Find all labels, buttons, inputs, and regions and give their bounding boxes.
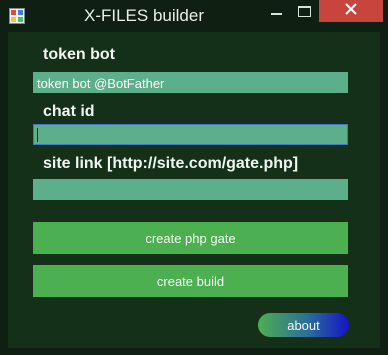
about-button[interactable]: about [258,313,349,337]
token-bot-label: token bot [43,46,115,63]
minimize-button[interactable] [262,0,290,22]
site-link-input[interactable] [33,179,348,200]
create-php-gate-button[interactable]: create php gate [33,222,348,254]
app-window-icon [9,8,25,24]
minimize-icon [270,13,282,15]
window-title: X-FILES builder [84,6,204,25]
chat-id-label: chat id [43,103,95,120]
site-link-label: site link [http://site.com/gate.php] [43,155,299,172]
token-bot-input[interactable] [33,72,348,93]
title-bar[interactable]: X-FILES builder [0,0,388,32]
maximize-button[interactable] [290,0,318,22]
close-button[interactable] [319,0,383,22]
create-build-button[interactable]: create build [33,265,348,297]
chat-id-input[interactable] [33,124,348,145]
close-icon [345,2,357,20]
text-caret [37,128,38,142]
client-area: token bot chat id site link [http://site… [8,32,380,348]
maximize-icon [297,5,311,17]
builder-window: X-FILES builder token bot chat id site l… [0,0,388,355]
